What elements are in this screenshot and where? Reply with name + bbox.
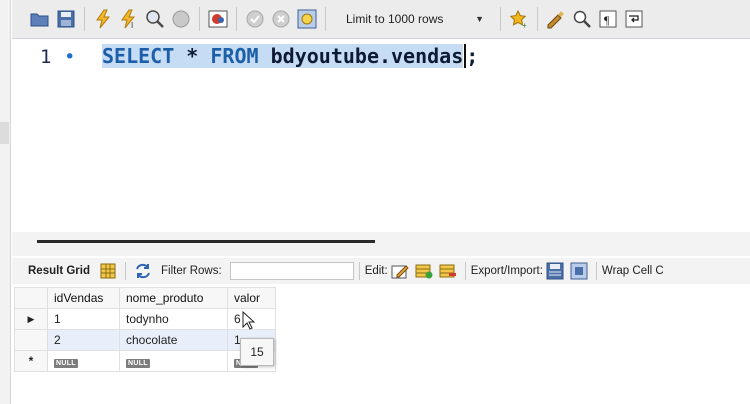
open-folder-icon[interactable]: [28, 7, 52, 31]
horizontal-scrollbar-area: [12, 232, 750, 256]
column-header[interactable]: idVendas: [47, 287, 120, 309]
sql-keyword-from: FROM: [210, 44, 259, 68]
insert-row-icon[interactable]: [414, 261, 434, 281]
sql-code-line[interactable]: SELECT * FROM bdyoutube.vendas;: [102, 42, 478, 70]
invisible-chars-icon[interactable]: ¶: [596, 7, 620, 31]
svg-text:+: +: [522, 21, 527, 29]
cell-tooltip: 15: [240, 338, 274, 366]
mouse-pointer-icon: [242, 311, 256, 330]
refresh-icon[interactable]: [133, 261, 153, 281]
table-cell[interactable]: 1: [47, 308, 120, 330]
find-icon[interactable]: [570, 7, 594, 31]
grid-header-row: idVendas nome_produto valor: [14, 287, 276, 309]
svg-text:¶: ¶: [604, 13, 610, 27]
filter-rows-input[interactable]: [229, 262, 354, 280]
toggle-output-icon[interactable]: [206, 7, 230, 31]
sql-star: *: [186, 44, 199, 68]
table-row[interactable]: 2 chocolate 1: [14, 329, 276, 351]
result-grid-tab[interactable]: Result Grid: [12, 265, 96, 277]
toolbar-separator: [500, 7, 501, 31]
grid-view-icon[interactable]: [98, 261, 118, 281]
import-icon[interactable]: [569, 261, 589, 281]
toolbar-separator: [199, 7, 200, 31]
rollback-icon[interactable]: [269, 7, 293, 31]
export-icon[interactable]: [545, 261, 565, 281]
column-header[interactable]: valor: [227, 287, 276, 309]
new-row-marker: *: [14, 350, 48, 372]
table-row[interactable]: ▶ 1 todynho 6: [14, 308, 276, 330]
row-header-corner: [14, 287, 48, 309]
autocommit-icon[interactable]: [295, 7, 319, 31]
column-header[interactable]: nome_produto: [119, 287, 228, 309]
delete-row-icon[interactable]: [438, 261, 458, 281]
row-header: [14, 329, 48, 351]
line-number: 1: [40, 46, 52, 68]
edit-label: Edit:: [364, 265, 388, 277]
chevron-down-icon: ▼: [475, 14, 484, 24]
beautify-icon[interactable]: [544, 7, 568, 31]
result-toolbar: Result Grid Filter Rows: Edit: Export/Im…: [12, 258, 750, 284]
new-row[interactable]: * NULL NULL NULL: [14, 350, 276, 372]
favorite-icon[interactable]: +: [507, 7, 531, 31]
filter-rows-label: Filter Rows:: [160, 265, 222, 277]
table-cell[interactable]: NULL: [119, 350, 228, 372]
save-icon[interactable]: [54, 7, 78, 31]
limit-rows-select[interactable]: Limit to 1000 rows ▼: [338, 8, 488, 30]
limit-rows-value: Limit to 1000 rows: [346, 12, 444, 26]
sql-editor[interactable]: 1 • SELECT * FROM bdyoutube.vendas;: [12, 38, 750, 233]
editor-gutter: 1 •: [12, 39, 84, 233]
toolbar-separator: [236, 7, 237, 31]
mysql-workbench-window: I Limit to 1000 rows ▼ + ¶ 1 • SELECT * …: [0, 0, 750, 404]
edit-row-icon[interactable]: [390, 261, 410, 281]
current-row-arrow-icon: ▶: [14, 308, 48, 330]
horizontal-scrollbar[interactable]: [37, 240, 375, 243]
text-selection: SELECT * FROM bdyoutube.vendas: [102, 44, 464, 68]
table-cell[interactable]: todynho: [119, 308, 228, 330]
result-grid[interactable]: idVendas nome_produto valor ▶ 1 todynho …: [14, 287, 276, 372]
table-cell[interactable]: NULL: [47, 350, 120, 372]
toolbar-separator: [84, 7, 85, 31]
toolbar-separator: [325, 7, 326, 31]
wrap-cell-label[interactable]: Wrap Cell C: [602, 265, 664, 277]
execute-icon[interactable]: [91, 7, 115, 31]
sql-editor-toolbar: I Limit to 1000 rows ▼ + ¶: [12, 0, 750, 38]
stop-icon[interactable]: [169, 7, 193, 31]
statement-marker: •: [64, 46, 76, 68]
wrap-icon[interactable]: [622, 7, 646, 31]
explain-icon[interactable]: [143, 7, 167, 31]
table-cell[interactable]: 2: [47, 329, 120, 351]
sql-terminator: ;: [466, 44, 479, 68]
panel-splitter[interactable]: [0, 122, 9, 144]
sql-table-name: bdyoutube.vendas: [270, 44, 464, 68]
null-badge: NULL: [54, 359, 78, 368]
null-badge: NULL: [126, 359, 150, 368]
svg-text:I: I: [131, 21, 133, 29]
table-cell[interactable]: chocolate: [119, 329, 228, 351]
commit-icon[interactable]: [243, 7, 267, 31]
left-panel-edge: [0, 0, 11, 404]
sql-keyword-select: SELECT: [102, 44, 175, 68]
export-import-label: Export/Import:: [470, 265, 543, 277]
toolbar-separator: [537, 7, 538, 31]
execute-current-icon[interactable]: I: [117, 7, 141, 31]
